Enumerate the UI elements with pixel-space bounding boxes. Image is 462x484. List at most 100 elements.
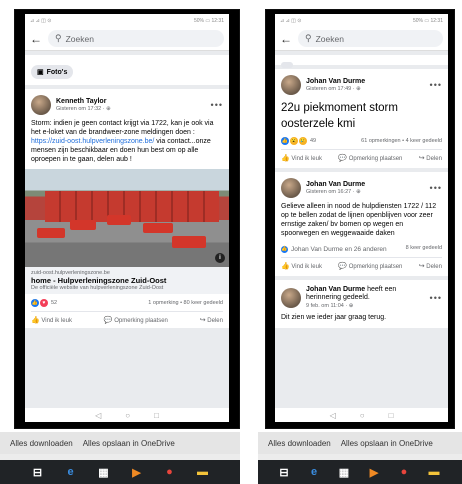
avatar[interactable] bbox=[281, 75, 301, 95]
like-button[interactable]: 👍 Vind ik leuk bbox=[31, 316, 72, 324]
browser-download-area: Alles downloaden Alles opslaan in OneDri… bbox=[258, 432, 462, 484]
search-input[interactable]: ⚲ Zoeken bbox=[48, 30, 224, 47]
fire-truck bbox=[106, 214, 131, 225]
status-bar-battery-time: 50% ▭ 12:31 bbox=[193, 17, 224, 24]
task-view-icon[interactable]: ⊟ bbox=[276, 464, 292, 480]
back-nav-icon[interactable]: ◁ bbox=[330, 411, 336, 420]
like-reaction-icon: 👍 bbox=[31, 299, 39, 308]
search-input[interactable]: ⚲ Zoeken bbox=[298, 30, 443, 47]
like-button[interactable]: 👍 Vind ik leuk bbox=[281, 154, 322, 162]
back-arrow-icon[interactable]: ← bbox=[30, 32, 42, 46]
post-card: Johan Van Durme Gisteren om 16:27 · ⊕ ••… bbox=[275, 172, 448, 277]
share-label: Delen bbox=[207, 318, 223, 325]
chrome-icon[interactable]: ● bbox=[162, 464, 177, 480]
sad-reaction-icon: 😢 bbox=[299, 137, 307, 146]
avatar[interactable] bbox=[281, 178, 301, 199]
comment-icon: 💬 bbox=[103, 317, 113, 325]
post-time: Gisteren om 17:32 · ⊕ bbox=[56, 105, 111, 112]
status-bar-signal: ⊿ ⊿ ◫ ⊙ bbox=[280, 17, 302, 24]
like-label: Vind ik leuk bbox=[291, 264, 322, 271]
share-button[interactable]: ↪ Delen bbox=[419, 262, 442, 270]
search-header: ← ⚲ Zoeken bbox=[275, 27, 448, 51]
comments-shares-count[interactable]: 61 opmerkingen • 4 keer gedeeld bbox=[361, 138, 442, 144]
media-player-icon[interactable]: ▶ bbox=[129, 464, 144, 480]
photo-icon: ▣ bbox=[37, 69, 44, 76]
shares-count[interactable]: 8 keer gedeeld bbox=[406, 245, 442, 251]
comment-icon: 💬 bbox=[338, 263, 348, 271]
post-author-line: Johan Van Durme heeft een herinnering ge… bbox=[306, 286, 425, 302]
fire-truck bbox=[171, 236, 206, 249]
share-button[interactable]: ↪ Delen bbox=[200, 316, 223, 324]
more-options-icon[interactable]: ••• bbox=[430, 80, 442, 90]
browser-download-area: Alles downloaden Alles opslaan in OneDri… bbox=[0, 432, 240, 484]
download-bar: Alles downloaden Alles opslaan in OneDri… bbox=[0, 432, 240, 454]
post-author[interactable]: Johan Van Durme bbox=[306, 286, 365, 293]
post-author[interactable]: Johan Van Durme bbox=[306, 181, 425, 189]
post-link[interactable]: https://zuid-oost.hulpverleningszone.be/ bbox=[31, 138, 154, 145]
reactions[interactable]: 👍 ♥ 52 bbox=[31, 299, 58, 308]
avatar[interactable] bbox=[31, 95, 51, 115]
download-all-button[interactable]: Alles downloaden bbox=[10, 439, 73, 448]
share-label: Delen bbox=[426, 264, 442, 271]
post-text: Storm: indien je geen contact krijgt via… bbox=[31, 119, 223, 164]
reactions[interactable]: 👍 😮 😢 49 bbox=[281, 137, 316, 146]
phone-screenshot-left: ⊿ ⊿ ◫ ⊙ 50% ▭ 12:31 ← ⚲ Zoeken ▣ Foto's bbox=[14, 9, 240, 429]
link-preview[interactable]: zuid-oost.hulpverleningszone.be home - H… bbox=[25, 267, 229, 295]
post-image-fire-trucks[interactable]: i bbox=[25, 169, 229, 268]
download-all-button[interactable]: Alles downloaden bbox=[268, 439, 331, 448]
file-explorer-icon[interactable]: ▬ bbox=[195, 464, 210, 480]
edge-icon[interactable]: e bbox=[306, 464, 322, 480]
search-header: ← ⚲ Zoeken bbox=[25, 27, 229, 51]
like-button[interactable]: 👍 Vind ik leuk bbox=[281, 262, 322, 270]
post-text: 22u piekmoment storm oosterzele kmi bbox=[281, 102, 398, 130]
photos-chip[interactable] bbox=[281, 62, 293, 68]
info-icon[interactable]: i bbox=[215, 253, 225, 264]
reactions[interactable]: 👍 Johan Van Durme en 26 anderen bbox=[281, 246, 387, 254]
more-options-icon[interactable]: ••• bbox=[211, 100, 223, 110]
post-time: Gisteren om 16:27 · ⊕ bbox=[306, 188, 361, 195]
home-nav-icon[interactable]: ○ bbox=[360, 411, 365, 420]
task-view-icon[interactable]: ⊟ bbox=[30, 464, 45, 480]
edge-icon[interactable]: e bbox=[63, 464, 78, 480]
save-onedrive-button[interactable]: Alles opslaan in OneDrive bbox=[83, 439, 175, 448]
thumbs-up-icon: 👍 bbox=[31, 317, 40, 325]
post-stats: 👍 😮 😢 49 61 opmerkingen • 4 keer gedeeld bbox=[281, 132, 442, 151]
post-header: Johan Van Durme Gisteren om 17:49 · ⊕ ••… bbox=[281, 75, 442, 95]
share-button[interactable]: ↪ Delen bbox=[419, 154, 442, 162]
save-onedrive-button[interactable]: Alles opslaan in OneDrive bbox=[341, 439, 433, 448]
avatar[interactable] bbox=[281, 287, 301, 308]
fire-truck bbox=[37, 228, 66, 239]
fire-station-building bbox=[45, 191, 219, 223]
chrome-icon[interactable]: ● bbox=[396, 464, 412, 480]
comment-button[interactable]: 💬 Opmerking plaatsen bbox=[338, 154, 402, 162]
file-explorer-icon[interactable]: ▬ bbox=[426, 464, 442, 480]
windows-taskbar: ⊟ e ▦ ▶ ● ▬ bbox=[258, 460, 462, 484]
post-card: Johan Van Durme Gisteren om 17:49 · ⊕ ••… bbox=[275, 69, 448, 169]
back-nav-icon[interactable]: ◁ bbox=[95, 411, 101, 420]
comment-button[interactable]: 💬 Opmerking plaatsen bbox=[338, 262, 402, 270]
comment-button[interactable]: 💬 Opmerking plaatsen bbox=[104, 316, 168, 324]
comments-shares-count[interactable]: 1 opmerking • 80 keer gedeeld bbox=[148, 300, 223, 306]
share-icon: ↪ bbox=[199, 317, 206, 325]
store-icon[interactable]: ▦ bbox=[96, 464, 111, 480]
fire-truck bbox=[69, 220, 96, 231]
download-bar: Alles downloaden Alles opslaan in OneDri… bbox=[258, 432, 462, 454]
home-nav-icon[interactable]: ○ bbox=[125, 411, 130, 420]
search-placeholder: Zoeken bbox=[65, 33, 94, 44]
media-player-icon[interactable]: ▶ bbox=[366, 464, 382, 480]
post-author[interactable]: Kenneth Taylor bbox=[56, 98, 206, 106]
reaction-count: 52 bbox=[51, 300, 58, 307]
post-text-intro: Storm: indien je geen contact krijgt via… bbox=[31, 120, 214, 137]
status-bar-battery-time: 50% ▭ 12:31 bbox=[412, 17, 443, 24]
photos-filter-card: ▣ Foto's bbox=[25, 55, 229, 85]
more-options-icon[interactable]: ••• bbox=[430, 183, 442, 193]
recents-nav-icon[interactable]: □ bbox=[389, 411, 394, 420]
page: ⊿ ⊿ ◫ ⊙ 50% ▭ 12:31 ← ⚲ Zoeken ▣ Foto's bbox=[0, 0, 462, 484]
photos-chip[interactable]: ▣ Foto's bbox=[31, 65, 74, 79]
back-arrow-icon[interactable]: ← bbox=[280, 32, 292, 46]
store-icon[interactable]: ▦ bbox=[336, 464, 352, 480]
post-author[interactable]: Johan Van Durme bbox=[306, 78, 425, 86]
more-options-icon[interactable]: ••• bbox=[430, 293, 442, 303]
status-bar-signal: ⊿ ⊿ ◫ ⊙ bbox=[30, 17, 52, 24]
recents-nav-icon[interactable]: □ bbox=[154, 411, 159, 420]
